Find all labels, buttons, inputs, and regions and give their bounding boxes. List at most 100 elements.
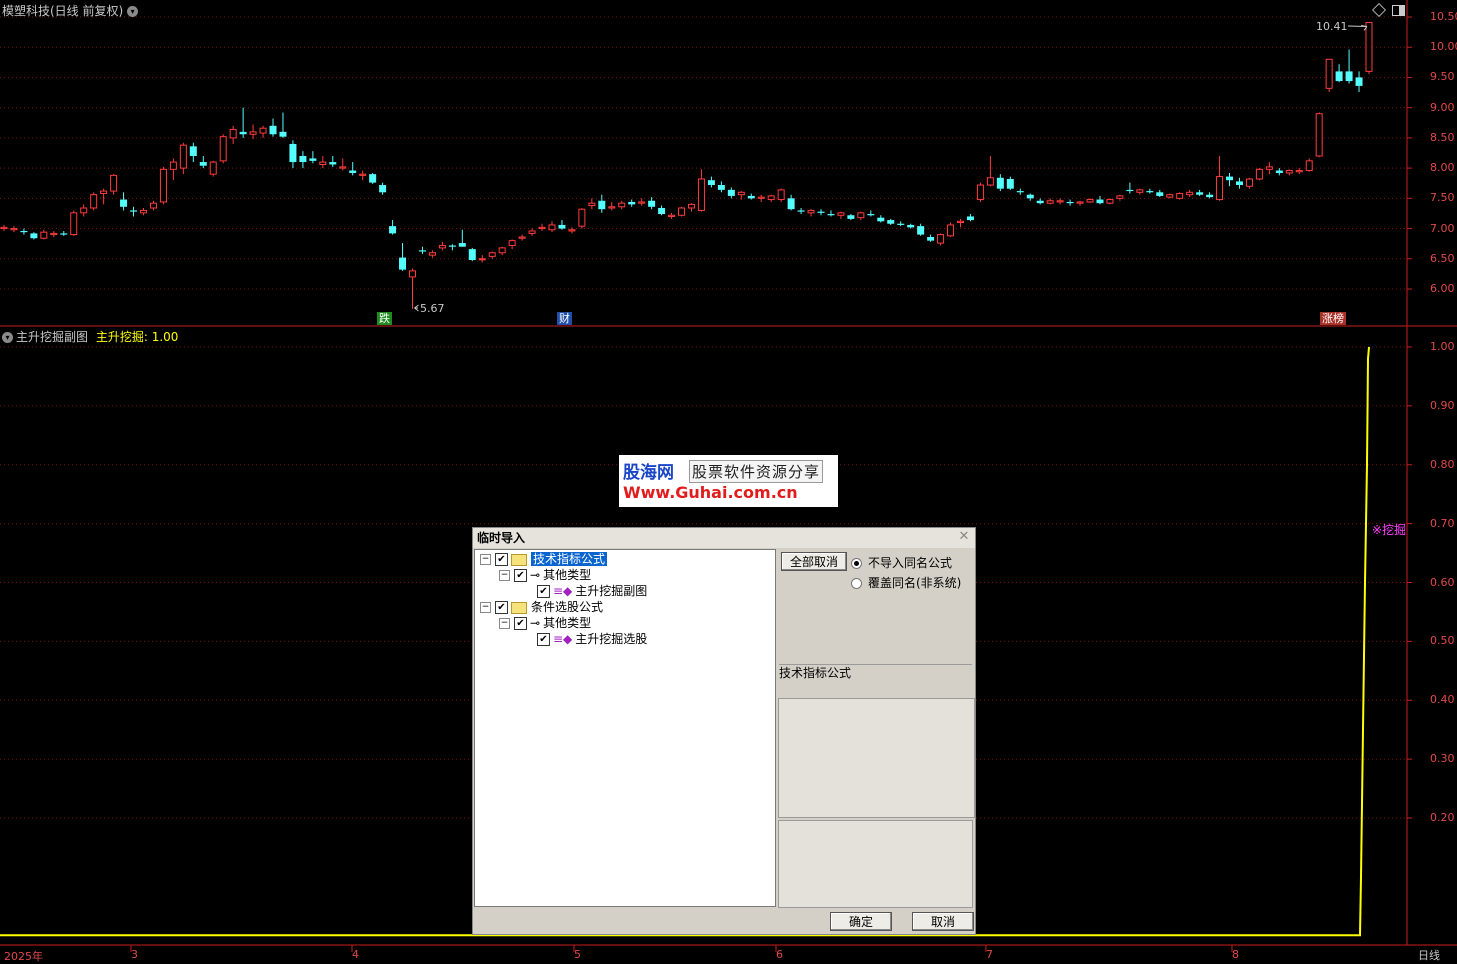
candle-body-up	[529, 231, 535, 233]
radio-dot-selected[interactable]	[851, 558, 862, 569]
tree-node-label: 主升挖掘选股	[575, 632, 647, 646]
checkbox[interactable]: ✔	[537, 633, 550, 646]
period-label[interactable]: 日线	[1418, 947, 1440, 963]
folder-icon	[511, 554, 527, 566]
candle-body-up	[1366, 22, 1372, 71]
candle-body-down	[469, 249, 476, 260]
checkbox[interactable]: ✔	[537, 585, 550, 598]
price-tick-label: 7.50	[1430, 191, 1455, 204]
candle-body-down	[459, 243, 466, 247]
sub-chart-title[interactable]: ▾主升挖掘副图 主升挖掘: 1.00	[2, 328, 178, 345]
checkbox[interactable]: ✔	[495, 553, 508, 566]
candle-body-down	[1276, 171, 1283, 173]
candle-body-down	[658, 208, 665, 214]
candle-body-down	[30, 233, 37, 238]
candle-body-down	[399, 258, 406, 270]
candle-body-up	[539, 227, 545, 228]
candle-body-up	[250, 132, 256, 134]
candle-body-up	[160, 169, 166, 202]
price-tick-label: 8.00	[1430, 161, 1455, 174]
candle-body-up	[778, 190, 784, 200]
candle-body-up	[589, 203, 595, 205]
indicator-tick-label: 0.60	[1430, 576, 1455, 589]
tree-node-indicator[interactable]: −✔技术指标公式	[480, 551, 607, 567]
tree-node-sub-chart[interactable]: ✔≡◆主升挖掘副图	[537, 583, 647, 599]
candle-body-down	[200, 162, 207, 166]
candle-body-down	[1156, 192, 1163, 196]
radio-dot[interactable]	[851, 578, 862, 589]
candle-body-up	[81, 208, 87, 213]
window-toggle-icon[interactable]	[1392, 5, 1405, 16]
candle-body-up	[977, 185, 983, 200]
candle-body-down	[130, 210, 137, 211]
chevron-down-icon[interactable]: ▾	[127, 6, 138, 17]
candle-body-up	[140, 210, 146, 212]
low-pointer	[415, 305, 419, 311]
ok-button[interactable]: 确定	[830, 912, 892, 931]
tree-node-selector[interactable]: ✔≡◆主升挖掘选股	[537, 631, 647, 647]
candle-body-up	[170, 162, 176, 169]
candle-body-up	[808, 210, 814, 212]
tree-node-condition[interactable]: −✔ 条件选股公式	[480, 599, 603, 615]
tree-node-other-type-2[interactable]: −✔⊸其他类型	[499, 615, 591, 631]
info-label: 技术指标公式	[779, 664, 851, 681]
candle-body-down	[20, 231, 27, 232]
collapse-icon[interactable]: −	[480, 602, 491, 613]
collapse-icon[interactable]: −	[480, 554, 491, 565]
candle-body-up	[1316, 114, 1322, 156]
candle-body-down	[449, 245, 456, 246]
candle-body-up	[957, 221, 963, 222]
candle-body-up	[609, 207, 615, 208]
candle-body-up	[1217, 177, 1223, 200]
candle-body-up	[987, 178, 993, 185]
candle-body-up	[738, 192, 744, 194]
indicator-tick-label: 0.90	[1430, 399, 1455, 412]
candle-body-up	[938, 235, 944, 243]
candle-body-down	[1346, 71, 1353, 81]
key-icon: ⊸	[530, 616, 540, 630]
event-badge-fall[interactable]: 跌	[377, 312, 392, 325]
indicator-tick-label: 0.20	[1430, 811, 1455, 824]
candle-body-up	[1187, 192, 1193, 194]
high-price-label: 10.41	[1316, 20, 1348, 33]
checkbox[interactable]: ✔	[514, 617, 527, 630]
candle-body-down	[867, 214, 874, 215]
candle-body-up	[429, 253, 435, 255]
watermark-logo: 股海网 股票软件资源分享 Www.Guhai.com.cn	[619, 455, 838, 507]
candle-body-up	[1167, 195, 1173, 197]
candle-body-up	[569, 230, 575, 231]
formula-tree[interactable]: −✔技术指标公式 −✔⊸其他类型 ✔≡◆主升挖掘副图 −✔条件选股公式 −✔⊸其…	[474, 549, 776, 907]
candle-body-up	[1326, 59, 1332, 88]
event-badge-finance[interactable]: 财	[557, 312, 572, 325]
radio-skip-same-name[interactable]: 不导入同名公式	[851, 554, 952, 571]
candle-body-down	[309, 158, 316, 160]
low-price-label: 5.67	[420, 302, 445, 315]
candle-body-down	[967, 216, 974, 220]
signal-label: ※挖掘	[1372, 521, 1406, 538]
candle-body-down	[1206, 195, 1213, 197]
candle-body-up	[41, 232, 47, 238]
tree-node-label: 条件选股公式	[531, 600, 603, 614]
radio-overwrite-same-name[interactable]: 覆盖同名(非系统)	[851, 574, 961, 591]
indicator-tick-label: 0.80	[1430, 458, 1455, 471]
event-badge-limit-up[interactable]: 涨榜	[1320, 312, 1346, 325]
collapse-icon[interactable]: −	[499, 570, 510, 581]
cancel-all-button[interactable]: 全部取消	[781, 552, 847, 571]
candle-body-down	[1146, 191, 1153, 192]
checkbox[interactable]: ✔	[514, 569, 527, 582]
close-icon[interactable]: ✕	[957, 530, 971, 544]
checkbox[interactable]: ✔	[495, 601, 508, 614]
tree-node-other-type[interactable]: −✔⊸其他类型	[499, 567, 591, 583]
x-label-8: 8	[1232, 948, 1239, 961]
candle-body-down	[927, 237, 934, 241]
collapse-icon[interactable]: −	[499, 618, 510, 629]
indicator-value: 主升挖掘: 1.00	[96, 330, 179, 344]
candle-body-up	[11, 229, 17, 230]
main-chart-title[interactable]: 模塑科技(日线 前复权)▾	[2, 2, 138, 19]
candle-body-up	[1137, 190, 1143, 192]
cancel-button[interactable]: 取消	[912, 912, 974, 931]
chevron-down-icon[interactable]: ▾	[2, 332, 13, 343]
key-icon: ⊸	[530, 568, 540, 582]
price-tick-label: 6.50	[1430, 252, 1455, 265]
candle-body-down	[270, 126, 277, 134]
